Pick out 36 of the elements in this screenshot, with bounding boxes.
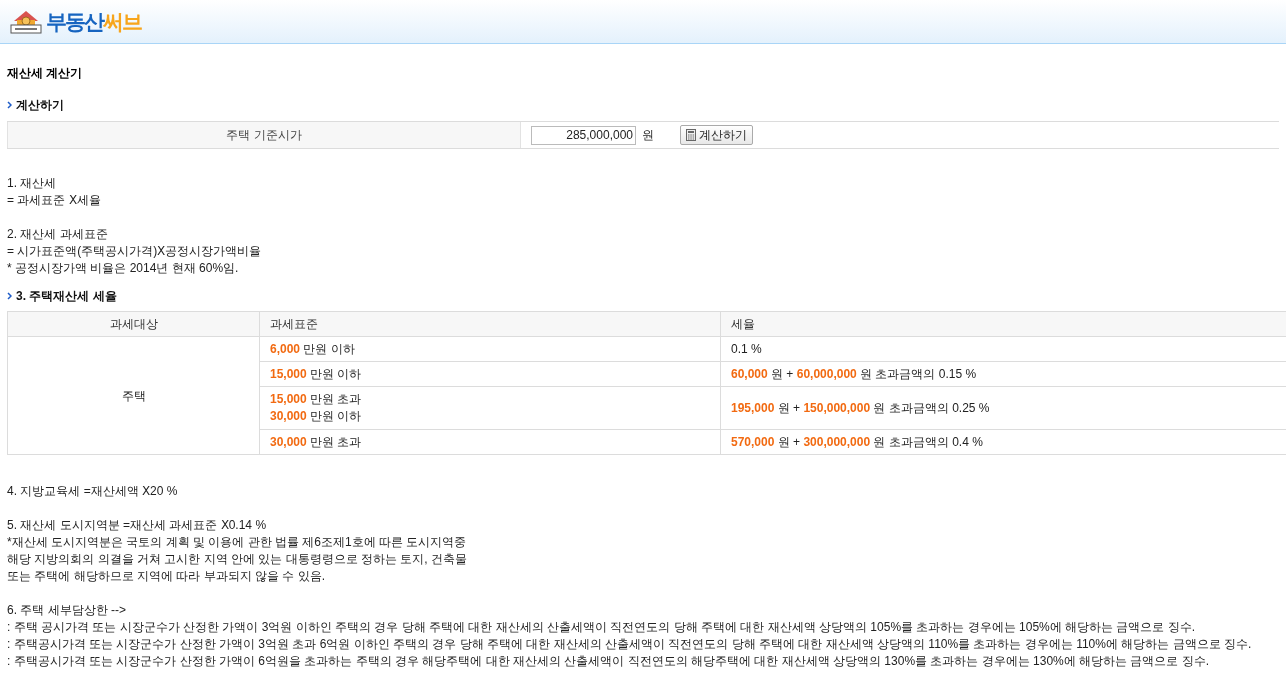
table-cell: 주택 (7, 336, 260, 455)
table-cell-text: 6,000 만원 이하 (270, 340, 355, 358)
field-label: 주택 기준시가 (7, 122, 521, 148)
note-line: : 주택공시가격 또는 시장군수가 산정한 가액이 3억원 초과 6억원 이하인 주택의 경우 당해 주택에 대한 재산세의 산출세액이 직전연도의 당해 주택에 대한 재산세액 상당액의 110%를 초과하는 경우에는 110%에 해당하는 금액으로 징수. (7, 636, 1252, 653)
note-line: 1. 재산세 (7, 175, 57, 192)
house-mascot-icon (8, 8, 44, 35)
unit-label: 원 (642, 127, 654, 144)
note-line: * 공정시장가액 비율은 2014년 현재 60%임. (7, 260, 239, 277)
calculator-icon (686, 129, 696, 141)
note-line: = 과세표준 Ⅹ세율 (7, 192, 101, 209)
chevron-icon (7, 101, 12, 109)
note-line: 해당 지방의회의 의결을 거쳐 고시한 지역 안에 있는 대통령령으로 정하는 토지, 건축물 (7, 551, 467, 568)
table-cell-text: 15,000 만원 이하 (270, 365, 362, 383)
calculate-button[interactable]: 계산하기 (680, 125, 753, 145)
table-cell-text: 30,000 만원 이하 (270, 408, 362, 425)
section-heading: 계산하기 (16, 97, 64, 114)
logo-text: 부동산 (46, 11, 103, 32)
note-line: 또는 주택에 해당하므로 지역에 따라 부과되지 않을 수 있음. (7, 568, 325, 585)
note-line: : 주택공시가격 또는 시장군수가 산정한 가액이 6억원을 초과하는 주택의 경우 해당주택에 대한 재산세의 산출세액이 직전연도의 해당주택에 대한 재산세액 상당액의 130%를 초과하는 경우에는 130%에 해당하는 금액으로 징수. (7, 653, 1210, 670)
column-header: 과세대상 (7, 311, 260, 337)
page-title: 재산세 계산기 (7, 65, 84, 82)
note-line: : 주택 공시가격 또는 시장군수가 산정한 가액이 3억원 이하인 주택의 경우 당해 주택에 대한 재산세의 산출세액이 직전연도의 당해 주택에 대한 재산세액 상당액의 105%를 초과하는 경우에는 105%에 해당하는 금액으로 징수. (7, 619, 1196, 636)
note-line: 5. 재산세 도시지역분 =재산세 과세표준 Ⅹ0.14 % (7, 517, 267, 534)
section-heading: 3. 주택재산세 세율 (16, 288, 117, 305)
chevron-icon (7, 292, 12, 300)
column-header: 세율 (720, 311, 1286, 337)
column-header: 과세표준 (259, 311, 721, 337)
note-line: = 시가표준액(주택공시가격)Ⅹ공정시장가액비율 (7, 243, 262, 260)
note-line: 6. 주택 세부담상한 --> (7, 602, 126, 619)
logo-text: 써브 (103, 11, 141, 32)
note-line: 4. 지방교육세 =재산세액 Ⅹ20 % (7, 483, 178, 500)
note-line: 2. 재산세 과세표준 (7, 226, 108, 243)
price-input[interactable]: 285,000,000 (531, 125, 636, 145)
table-cell-text: 30,000 만원 초과 (270, 433, 362, 451)
note-line: *재산세 도시지역분은 국토의 계획 및 이용에 관한 법률 제6조제1호에 따른 도시지역중 (7, 534, 467, 551)
table-cell-text: 15,000 만원 초과 (270, 391, 362, 408)
